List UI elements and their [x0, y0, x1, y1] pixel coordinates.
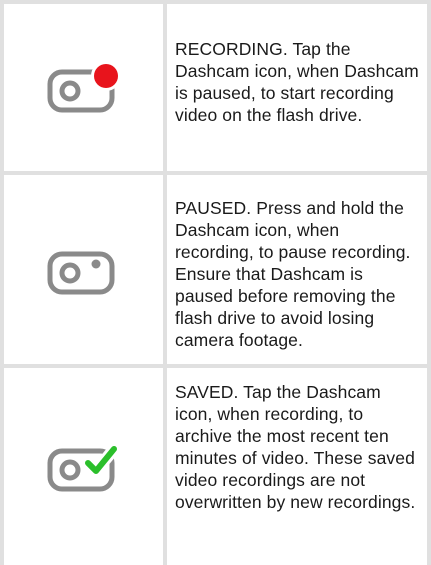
status-description: . Press and hold the Dashcam icon, when … — [175, 198, 411, 350]
status-label: RECORDING — [175, 39, 283, 59]
dashcam-saved-icon — [47, 442, 120, 491]
table-row-icon-cell — [4, 368, 163, 565]
status-label: SAVED — [175, 382, 234, 402]
table-border-right — [427, 0, 431, 565]
table-row-icon-cell — [4, 4, 163, 171]
dashcam-status-table: RECORDING. Tap the Dashcam icon, when Da… — [0, 0, 431, 565]
table-row-description-cell: SAVED. Tap the Dashcam icon, when record… — [175, 381, 423, 513]
dashcam-recording-icon — [47, 60, 121, 112]
status-label: PAUSED — [175, 198, 247, 218]
dashcam-paused-icon — [47, 251, 114, 294]
table-column-divider — [163, 0, 167, 565]
table-row-icon-cell — [4, 175, 163, 364]
table-row-description-cell: RECORDING. Tap the Dashcam icon, when Da… — [175, 38, 423, 126]
table-row-description-cell: PAUSED. Press and hold the Dashcam icon,… — [175, 197, 423, 351]
